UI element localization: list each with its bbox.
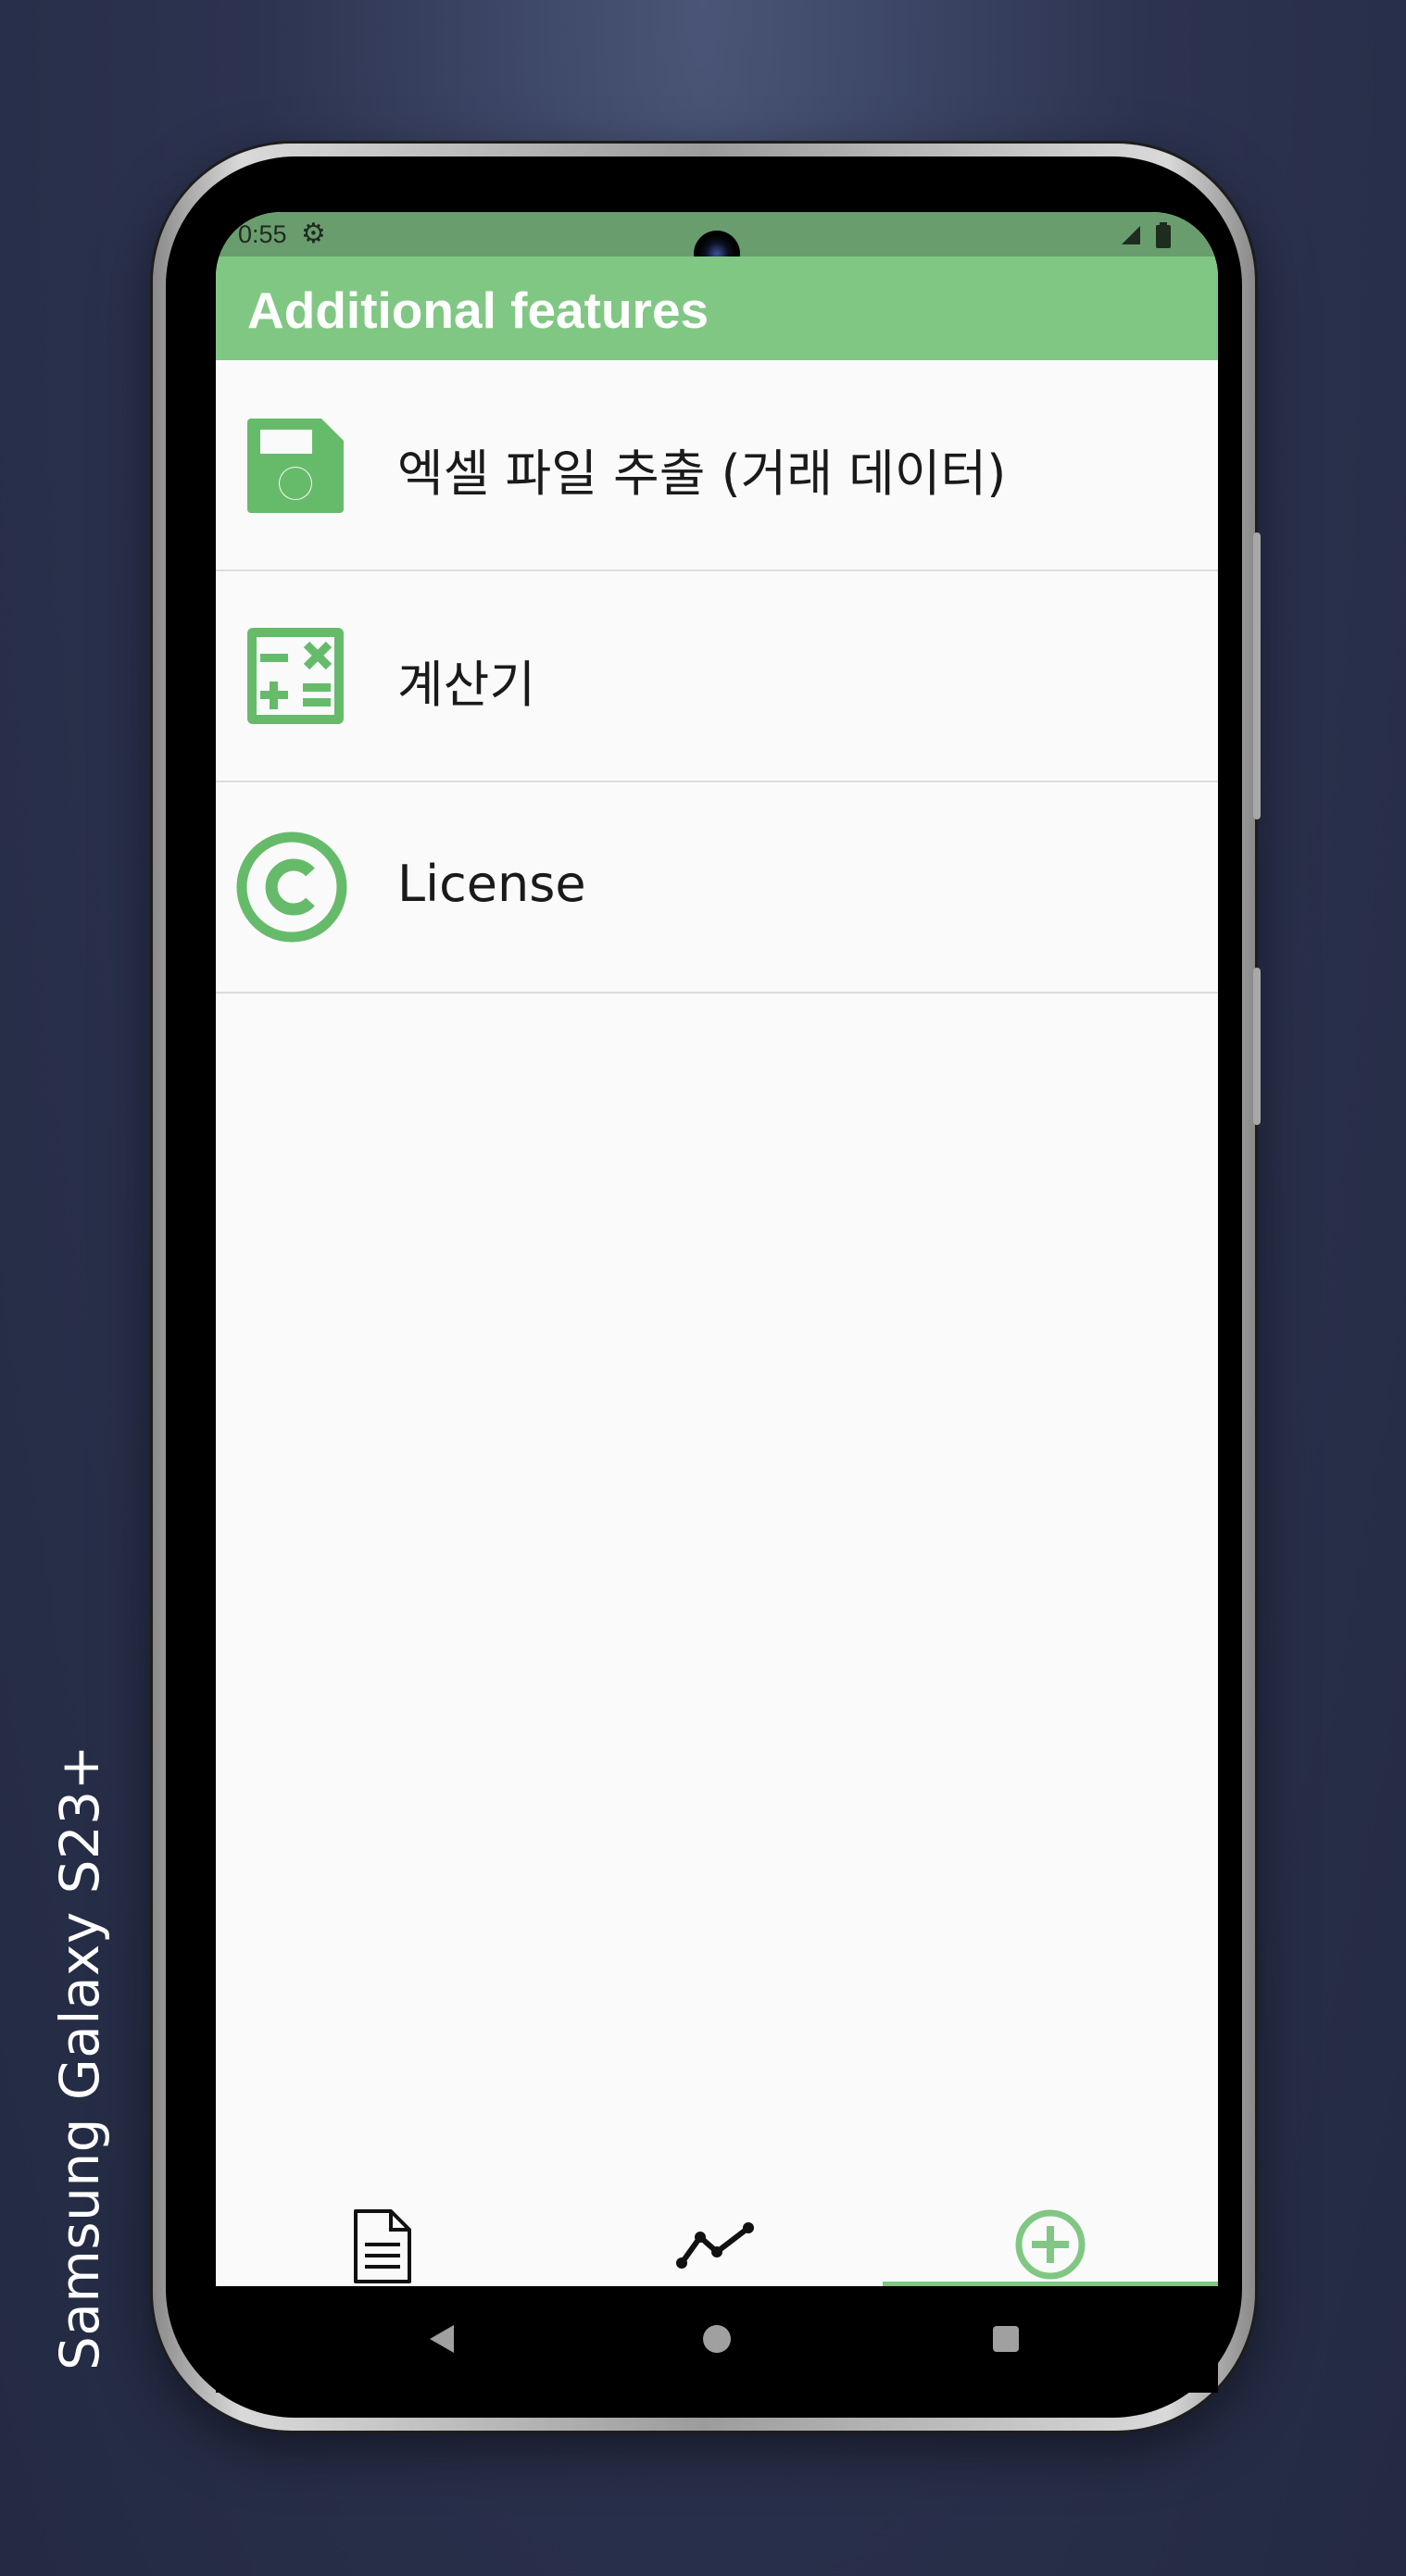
recents-icon[interactable] [990, 2323, 1022, 2355]
copyright-icon [236, 832, 347, 943]
feature-list: 엑셀 파일 추출 (거래 데이터) 계산기 License [216, 360, 1218, 994]
list-item-label: 계산기 [397, 656, 536, 714]
device-brand-label: Samsung Galaxy S23+ [48, 1744, 111, 2370]
screen: 0:55 ⚙ Additional features 엑셀 파일 추출 (거래 … [216, 212, 1218, 2286]
save-icon [247, 419, 344, 513]
list-item-label: License [397, 855, 586, 913]
volume-button [1253, 532, 1261, 819]
signal-icon [1122, 225, 1141, 244]
tab-additional-features[interactable] [883, 2189, 1218, 2286]
phone-bezel: 0:55 ⚙ Additional features 엑셀 파일 추출 (거래 … [166, 156, 1242, 2418]
settings-gear-icon: ⚙ [301, 219, 326, 249]
tab-documents[interactable] [216, 2189, 549, 2286]
back-icon[interactable] [426, 2323, 458, 2355]
list-item-excel-export[interactable]: 엑셀 파일 추출 (거래 데이터) [216, 360, 1218, 571]
bottom-navigation [216, 2189, 1218, 2286]
chart-line-icon [676, 2222, 754, 2269]
power-button [1253, 968, 1261, 1125]
status-indicators [1120, 219, 1172, 248]
status-time: 0:55 [238, 220, 287, 248]
phone-frame: 0:55 ⚙ Additional features 엑셀 파일 추출 (거래 … [153, 144, 1261, 2431]
list-item-calculator[interactable]: 계산기 [216, 571, 1218, 782]
calculator-icon [247, 628, 344, 724]
app-bar: Additional features [216, 256, 1218, 360]
battery-icon [1156, 221, 1171, 248]
home-icon[interactable] [701, 2323, 733, 2355]
add-circle-icon [1015, 2209, 1086, 2280]
tab-chart[interactable] [549, 2189, 883, 2286]
list-item-license[interactable]: License [216, 782, 1218, 994]
list-item-label: 엑셀 파일 추출 (거래 데이터) [397, 444, 1007, 503]
document-icon [354, 2209, 411, 2283]
system-navigation-bar [216, 2286, 1218, 2393]
page-title: Additional features [247, 281, 709, 339]
